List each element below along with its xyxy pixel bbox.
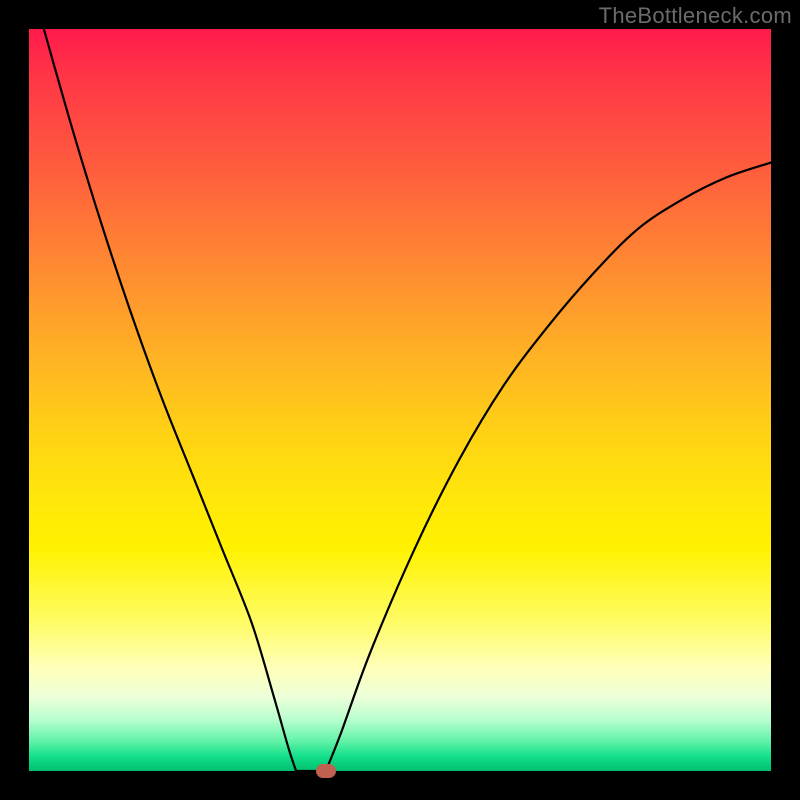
watermark-text: TheBottleneck.com — [599, 3, 792, 29]
chart-container: TheBottleneck.com — [0, 0, 800, 800]
optimum-marker — [316, 764, 336, 778]
plot-area — [29, 29, 771, 771]
bottleneck-curve — [29, 29, 771, 771]
